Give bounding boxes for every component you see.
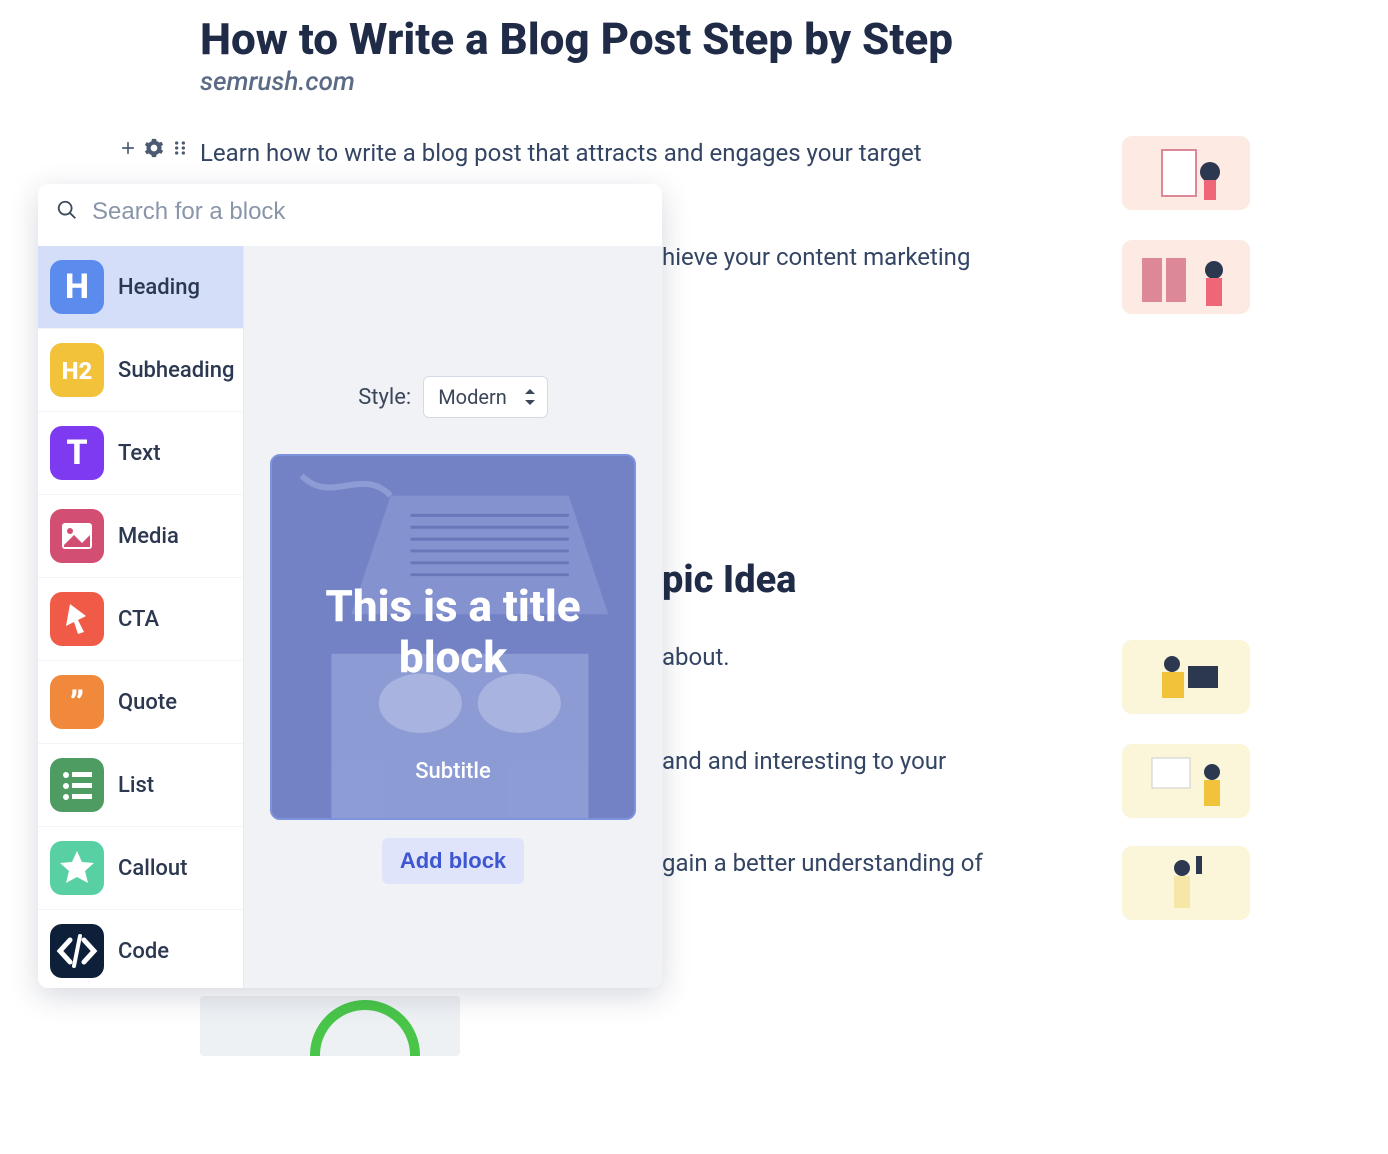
- drag-handle-icon[interactable]: [170, 138, 190, 158]
- cta-icon: [50, 592, 104, 646]
- block-type-subheading[interactable]: H2 Subheading: [38, 329, 243, 412]
- quote-icon: ”: [50, 675, 104, 729]
- block-toolbar: [118, 138, 190, 158]
- svg-text:”: ”: [70, 684, 85, 724]
- code-icon: [50, 924, 104, 978]
- thumbnail[interactable]: [1122, 744, 1250, 818]
- block-type-code[interactable]: Code: [38, 910, 243, 988]
- block-type-callout[interactable]: Callout: [38, 827, 243, 910]
- list-icon: [50, 758, 104, 812]
- block-search-row: [38, 184, 662, 246]
- thumbnail[interactable]: [1122, 640, 1250, 714]
- block-type-list: H Heading H2 Subheading T Text Media CTA ” Quote L…: [38, 246, 244, 988]
- block-type-label: Heading: [118, 275, 200, 300]
- text-icon: T: [50, 426, 104, 480]
- style-select-value: Modern: [438, 385, 507, 409]
- subheading-icon: H2: [50, 343, 104, 397]
- preview-title: This is a title block: [272, 581, 634, 682]
- block-type-label: CTA: [118, 607, 159, 632]
- style-label: Style:: [358, 385, 411, 410]
- svg-text:T: T: [66, 433, 87, 473]
- article-header: How to Write a Blog Post Step by Step se…: [200, 14, 1180, 97]
- media-icon: [50, 509, 104, 563]
- preview-subtitle: Subtitle: [415, 759, 491, 784]
- gear-icon[interactable]: [144, 138, 164, 158]
- block-type-cta[interactable]: CTA: [38, 578, 243, 661]
- block-type-label: Subheading: [118, 358, 235, 383]
- heading-icon: H: [50, 260, 104, 314]
- page-title: How to Write a Blog Post Step by Step: [200, 14, 1180, 65]
- block-type-label: Code: [118, 939, 169, 964]
- block-type-quote[interactable]: ” Quote: [38, 661, 243, 744]
- block-type-label: Callout: [118, 856, 187, 881]
- style-row: Style: Modern: [358, 376, 548, 418]
- thumbnail[interactable]: [1122, 846, 1250, 920]
- block-search-input[interactable]: [92, 198, 644, 226]
- paragraph-text: Learn how to write a blog post that attr…: [200, 136, 922, 171]
- block-type-heading[interactable]: H Heading: [38, 246, 243, 329]
- block-type-list[interactable]: List: [38, 744, 243, 827]
- block-preview-card: This is a title block Subtitle: [270, 454, 636, 820]
- add-block-icon[interactable]: [118, 138, 138, 158]
- block-type-label: Media: [118, 524, 179, 549]
- thumbnail[interactable]: [1122, 240, 1250, 314]
- callout-icon: [50, 841, 104, 895]
- svg-text:H2: H2: [62, 357, 93, 385]
- block-type-label: List: [118, 773, 154, 798]
- block-type-label: Text: [118, 441, 161, 466]
- thumbnail[interactable]: [1122, 136, 1250, 210]
- block-type-text[interactable]: T Text: [38, 412, 243, 495]
- block-preview-pane: Style: Modern: [244, 246, 662, 988]
- image-block-placeholder: [200, 996, 460, 1056]
- search-icon: [56, 199, 78, 225]
- block-type-label: Quote: [118, 690, 177, 715]
- block-picker-popover: H Heading H2 Subheading T Text Media CTA ” Quote L…: [38, 184, 662, 988]
- source-domain: semrush.com: [200, 67, 1180, 97]
- add-block-button[interactable]: Add block: [382, 838, 524, 884]
- style-select[interactable]: Modern: [423, 376, 548, 418]
- svg-text:H: H: [65, 267, 89, 307]
- block-type-media[interactable]: Media: [38, 495, 243, 578]
